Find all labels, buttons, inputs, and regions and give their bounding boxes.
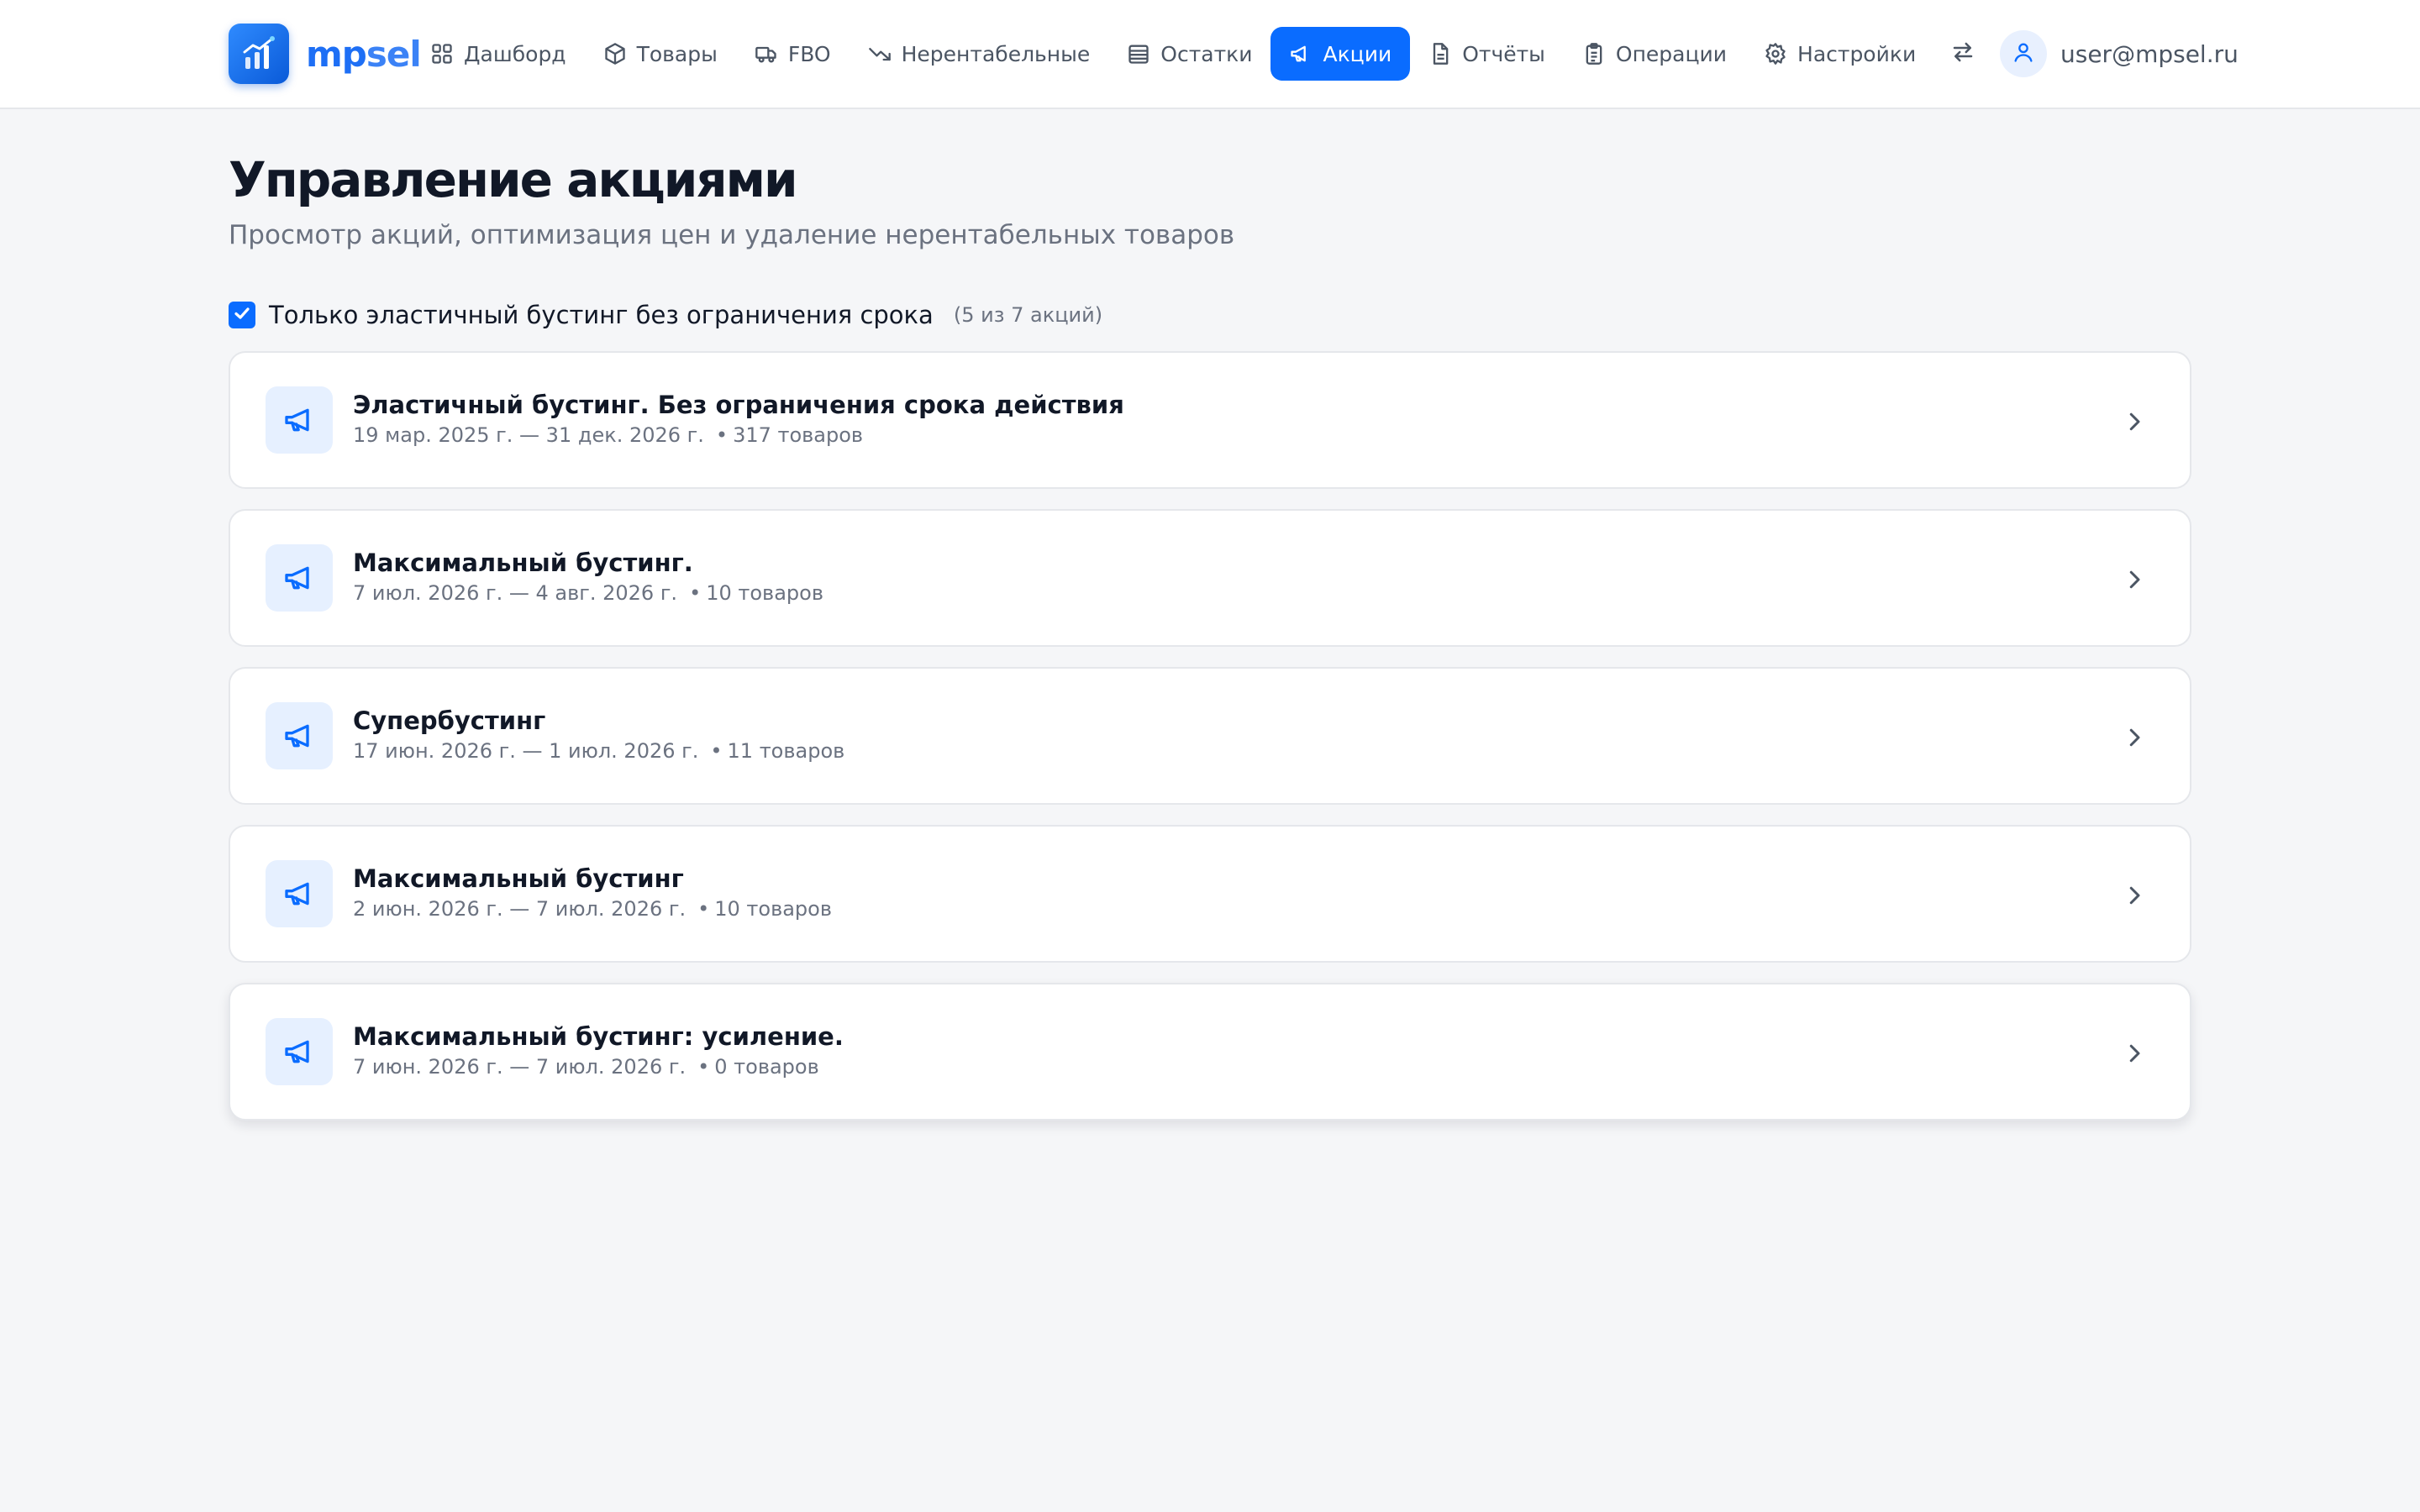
- promo-dates: 7 июл. 2026 г. — 4 авг. 2026 г.: [353, 581, 678, 605]
- nav-item-stock[interactable]: Остатки: [1108, 27, 1270, 81]
- megaphone-icon: [266, 702, 333, 769]
- filter-count: (5 из 7 акций): [953, 303, 1103, 327]
- trending-down-icon: [868, 42, 892, 66]
- user-menu[interactable]: user@mpsel.ru: [2000, 29, 2238, 78]
- truck-icon: [755, 42, 778, 66]
- nav-item-label: Отчёты: [1462, 41, 1545, 66]
- nav-item-label: Товары: [636, 41, 718, 66]
- nav-item-operations[interactable]: Операции: [1564, 27, 1745, 81]
- nav-item-unprofitable[interactable]: Нерентабельные: [850, 27, 1109, 81]
- promo-title: Супербустинг: [353, 706, 546, 735]
- switch-account-button[interactable]: [1938, 27, 1988, 81]
- nav-item-reports[interactable]: Отчёты: [1410, 27, 1564, 81]
- promo-card[interactable]: Максимальный бустинг: усиление. 7 июн. 2…: [229, 983, 2191, 1121]
- promo-items-count: 0 товаров: [714, 1055, 819, 1079]
- promo-title: Максимальный бустинг.: [353, 549, 693, 577]
- user-email: user@mpsel.ru: [2060, 39, 2238, 68]
- promo-items-count: 11 товаров: [727, 739, 845, 763]
- chevron-right-icon: [2118, 563, 2151, 596]
- brand-name: mpsel: [306, 33, 422, 75]
- nav-item-fbo[interactable]: FBO: [736, 27, 850, 81]
- promo-items-count: 10 товаров: [714, 897, 832, 921]
- document-icon: [1428, 42, 1452, 66]
- nav-item-label: Акции: [1323, 41, 1392, 66]
- promo-meta: 2 июн. 2026 г. — 7 июл. 2026 г. • 10 товар…: [353, 897, 832, 921]
- user-icon: [2012, 40, 2035, 67]
- promo-meta: 7 июл. 2026 г. — 4 авг. 2026 г. • 10 товар…: [353, 581, 823, 605]
- promo-card[interactable]: Максимальный бустинг 2 июн. 2026 г. — 7 …: [229, 825, 2191, 963]
- nav-item-products[interactable]: Товары: [585, 27, 736, 81]
- elastic-boost-checkbox[interactable]: [229, 302, 255, 328]
- arrows-swap-icon: [1950, 39, 1975, 68]
- promo-meta: 17 июн. 2026 г. — 1 июл. 2026 г. • 11 това…: [353, 739, 845, 763]
- dashboard-icon: [430, 42, 454, 66]
- promo-card[interactable]: Максимальный бустинг. 7 июл. 2026 г. — 4…: [229, 509, 2191, 647]
- promo-card[interactable]: Эластичный бустинг. Без ограничения срок…: [229, 351, 2191, 489]
- megaphone-icon: [266, 860, 333, 927]
- promo-meta: 7 июн. 2026 г. — 7 июл. 2026 г. • 0 товаро…: [353, 1055, 819, 1079]
- chevron-right-icon: [2118, 879, 2151, 912]
- gear-icon: [1764, 42, 1787, 66]
- elastic-boost-filter: Только эластичный бустинг без ограничени…: [229, 298, 1102, 332]
- promo-items-count: 317 товаров: [733, 423, 864, 447]
- brand-name-mp: mp: [306, 33, 367, 75]
- megaphone-icon: [266, 1018, 333, 1085]
- page-subtitle: Просмотр акций, оптимизация цен и удален…: [229, 220, 1235, 250]
- top-navigation-bar: mpsel Дашборд Товары FBO Нерентабельные …: [0, 0, 2420, 109]
- nav-item-label: Остатки: [1160, 41, 1253, 66]
- promo-title: Максимальный бустинг: усиление.: [353, 1022, 844, 1051]
- nav-item-label: FBO: [787, 41, 831, 66]
- nav-item-label: Настройки: [1797, 41, 1917, 66]
- nav-item-label: Нерентабельные: [901, 41, 1091, 66]
- chevron-right-icon: [2118, 1037, 2151, 1070]
- promo-meta: 19 мар. 2025 г. — 31 дек. 2026 г. • 317 то…: [353, 423, 864, 447]
- promo-title: Максимальный бустинг: [353, 864, 684, 893]
- promo-dates: 17 июн. 2026 г. — 1 июл. 2026 г.: [353, 739, 699, 763]
- promo-items-count: 10 товаров: [706, 581, 823, 605]
- page-title: Управление акциями: [229, 151, 798, 208]
- promo-dates: 2 июн. 2026 г. — 7 июл. 2026 г.: [353, 897, 687, 921]
- promotions-list: Эластичный бустинг. Без ограничения срок…: [229, 351, 2191, 1141]
- avatar: [2000, 30, 2047, 77]
- main-nav: Дашборд Товары FBO Нерентабельные Остатк…: [412, 26, 1988, 81]
- nav-item-dashboard[interactable]: Дашборд: [412, 27, 585, 81]
- nav-item-promotions[interactable]: Акции: [1270, 27, 1411, 81]
- brand[interactable]: mpsel: [229, 24, 422, 84]
- archive-icon: [1127, 42, 1150, 66]
- promo-dates: 7 июн. 2026 г. — 7 июл. 2026 г.: [353, 1055, 687, 1079]
- box-icon: [603, 42, 627, 66]
- nav-item-settings[interactable]: Настройки: [1745, 27, 1934, 81]
- promo-title: Эластичный бустинг. Без ограничения срок…: [353, 391, 1124, 419]
- filter-label[interactable]: Только эластичный бустинг без ограничени…: [269, 301, 934, 329]
- promo-dates: 19 мар. 2025 г. — 31 дек. 2026 г.: [353, 423, 704, 447]
- megaphone-icon: [266, 544, 333, 612]
- promo-card[interactable]: Супербустинг 17 июн. 2026 г. — 1 июл. 20…: [229, 667, 2191, 805]
- chevron-right-icon: [2118, 405, 2151, 438]
- check-icon: [232, 303, 252, 327]
- chevron-right-icon: [2118, 721, 2151, 754]
- nav-item-label: Операции: [1615, 41, 1728, 66]
- megaphone-icon: [266, 386, 333, 454]
- nav-item-label: Дашборд: [464, 41, 566, 66]
- chart-logo-icon: [229, 24, 289, 84]
- megaphone-icon: [1289, 42, 1313, 66]
- clipboard-icon: [1582, 42, 1606, 66]
